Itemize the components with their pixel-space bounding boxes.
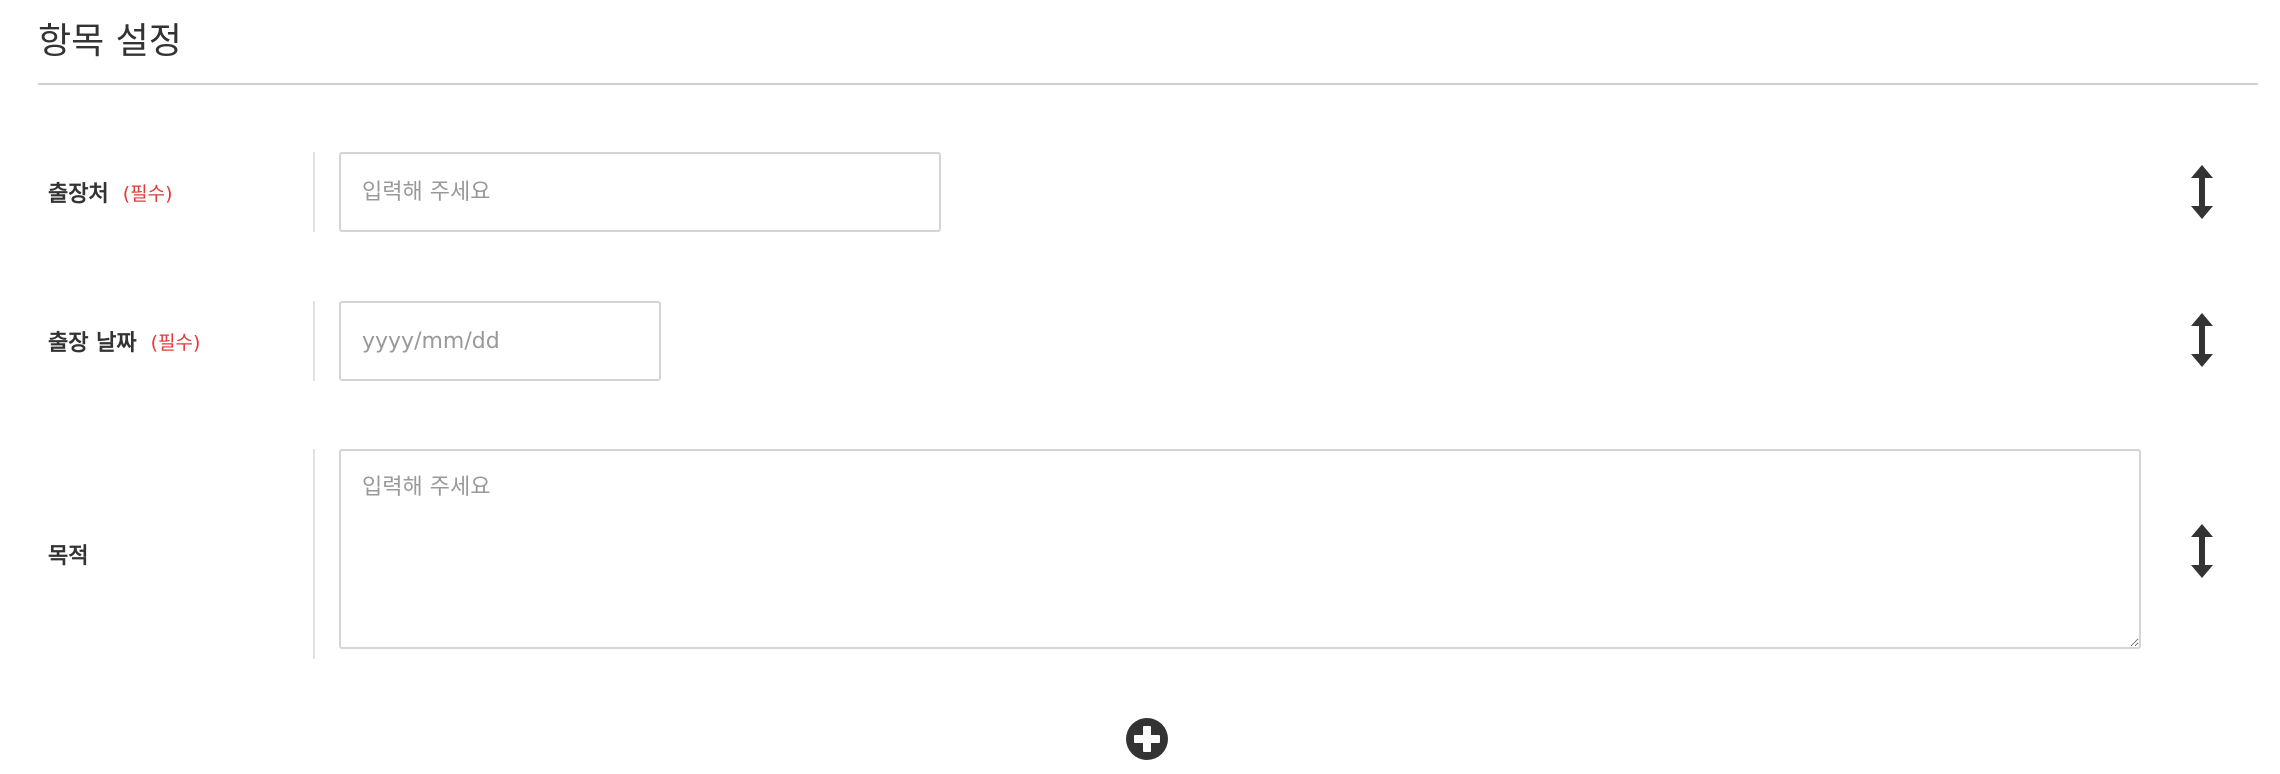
label-divider [313,152,315,232]
required-badge: (필수) [122,182,173,205]
vertical-arrows-icon [2191,165,2213,219]
required-badge: (필수) [150,331,201,354]
trip-date-label: 출장 날짜 [48,331,137,356]
vertical-arrows-icon [2191,524,2213,578]
add-field-button[interactable] [1125,717,1169,761]
reorder-handle-purpose[interactable] [2184,521,2220,581]
trip-date-input[interactable] [339,301,661,381]
reorder-handle-trip-date[interactable] [2184,310,2220,370]
field-row-destination: 출장처 (필수) [0,152,2280,232]
label-divider [313,301,315,381]
field-label-trip-date: 출장 날짜 (필수) [48,301,200,381]
field-row-purpose: 목적 [0,449,2280,659]
reorder-handle-destination[interactable] [2184,162,2220,222]
page-title: 항목 설정 [38,21,182,62]
destination-input[interactable] [339,152,941,232]
field-label-purpose: 목적 [48,449,88,659]
purpose-label: 목적 [48,544,89,569]
field-label-destination: 출장처 (필수) [48,152,173,232]
label-divider [313,449,315,659]
destination-label: 출장처 [48,182,109,207]
title-divider [38,83,2258,85]
purpose-textarea[interactable] [339,449,2141,649]
plus-circle-icon [1126,718,1168,760]
field-row-trip-date: 출장 날짜 (필수) [0,301,2280,381]
vertical-arrows-icon [2191,313,2213,367]
